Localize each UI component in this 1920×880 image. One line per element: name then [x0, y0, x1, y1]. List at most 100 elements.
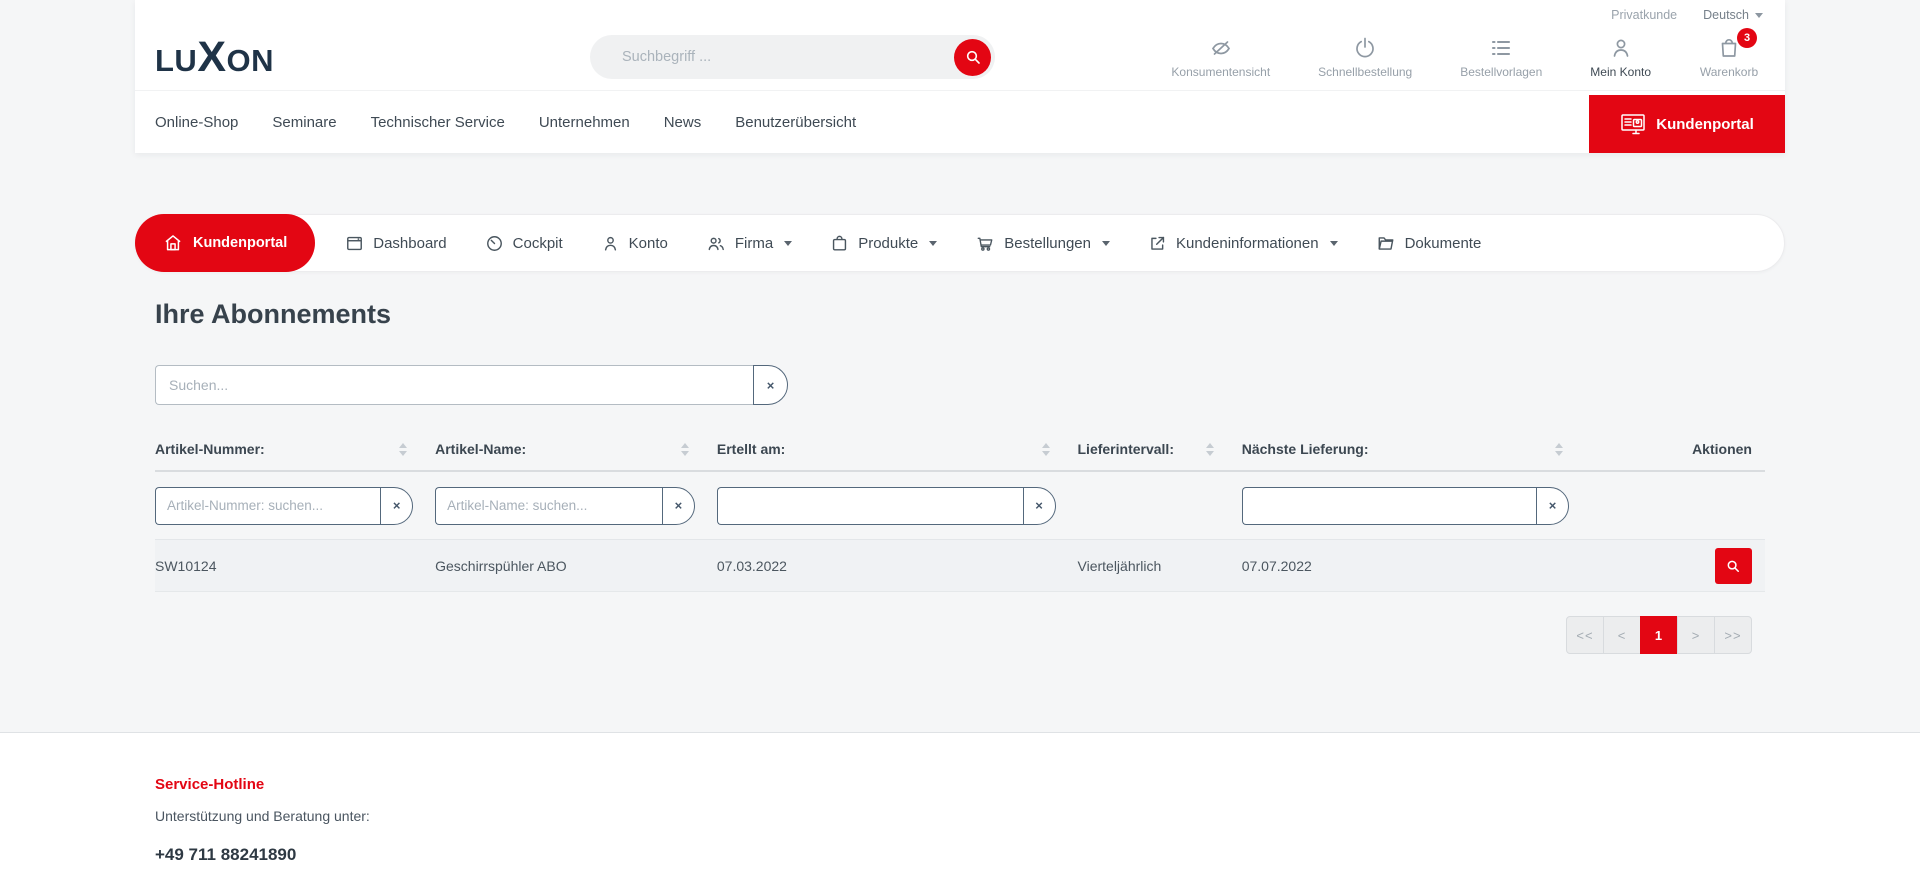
chevron-down-icon: [1102, 241, 1110, 246]
search-button[interactable]: [954, 39, 991, 76]
folder-icon: [1376, 234, 1396, 253]
subscriptions-table: Artikel-Nummer: Artikel-Name: Ertellt am…: [155, 428, 1765, 592]
magnifier-icon: [1726, 559, 1740, 573]
portal-tab-label: Firma: [735, 235, 773, 252]
filter-artikel-name: ×: [435, 487, 695, 525]
sort-icon: [1042, 443, 1050, 456]
nav-seminare[interactable]: Seminare: [272, 114, 336, 131]
logo[interactable]: LUXON: [155, 36, 435, 79]
chevron-down-icon: [1755, 13, 1763, 18]
filter-naechste-lieferung-input[interactable]: [1242, 487, 1536, 525]
search-input[interactable]: [590, 35, 995, 79]
pagination-first-button[interactable]: <<: [1566, 616, 1604, 654]
nav-news[interactable]: News: [664, 114, 702, 131]
pagination: << < 1 > >>: [155, 616, 1765, 654]
row-detail-button[interactable]: [1715, 548, 1752, 584]
portal-tab-cockpit[interactable]: Cockpit: [485, 234, 563, 253]
header-search: [590, 35, 995, 79]
filter-artikel-nummer-input[interactable]: [155, 487, 380, 525]
table-row: SW10124 Geschirrspühler ABO 07.03.2022 V…: [155, 540, 1765, 592]
portal-tab-kundeninformationen[interactable]: Kundeninformationen: [1148, 234, 1338, 253]
column-header-lieferintervall[interactable]: Lieferintervall:: [1078, 441, 1242, 457]
portal-tab-kundenportal[interactable]: Kundenportal: [135, 214, 315, 272]
action-warenkorb[interactable]: 3 Warenkorb: [1699, 36, 1759, 79]
portal-tab-dashboard[interactable]: Dashboard: [345, 234, 446, 253]
pagination-page-1-button[interactable]: 1: [1640, 616, 1678, 654]
customer-type-link[interactable]: Privatkunde: [1611, 8, 1677, 22]
action-label: Konsumentensicht: [1171, 65, 1270, 79]
header: Privatkunde Deutsch LUXON: [135, 0, 1785, 153]
portal-tab-produkte[interactable]: Produkte: [830, 234, 937, 253]
portal-tab-bestellungen[interactable]: Bestellungen: [975, 234, 1110, 253]
pagination-last-button[interactable]: >>: [1714, 616, 1752, 654]
filter-ertellt-am: ×: [717, 487, 1056, 525]
action-bestellvorlagen[interactable]: Bestellvorlagen: [1460, 36, 1542, 79]
portal-tab-label: Kundeninformationen: [1176, 235, 1319, 252]
cart-badge: 3: [1737, 28, 1757, 48]
nav-benutzeruebersicht[interactable]: Benutzerübersicht: [735, 114, 856, 131]
filter-clear-button[interactable]: ×: [662, 487, 695, 525]
nav-technischer-service[interactable]: Technischer Service: [371, 114, 505, 131]
column-label: Lieferintervall:: [1078, 441, 1174, 457]
portal-screen-icon: [1620, 113, 1646, 135]
filter-clear-button[interactable]: ×: [1536, 487, 1569, 525]
gauge-icon: [485, 234, 504, 253]
nav-online-shop[interactable]: Online-Shop: [155, 114, 238, 131]
cell-artikel-nummer: SW10124: [155, 558, 435, 574]
cell-ertellt-am: 07.03.2022: [717, 558, 1078, 574]
action-schnellbestellung[interactable]: Schnellbestellung: [1318, 36, 1412, 79]
column-label: Ertellt am:: [717, 441, 785, 457]
magnifier-icon: [965, 49, 981, 65]
cell-lieferintervall: Vierteljährlich: [1078, 558, 1242, 574]
portal-tab-konto[interactable]: Konto: [601, 234, 668, 253]
portal-tab-label: Dashboard: [373, 235, 446, 252]
column-label: Artikel-Name:: [435, 441, 526, 457]
table-search-input[interactable]: [155, 365, 753, 405]
footer: Service-Hotline Unterstützung und Beratu…: [0, 732, 1920, 880]
topbar: Privatkunde Deutsch: [135, 0, 1785, 24]
cell-artikel-name: Geschirrspühler ABO: [435, 558, 717, 574]
portal-cta-label: Kundenportal: [1656, 116, 1754, 133]
power-icon: [1353, 36, 1377, 60]
filter-clear-button[interactable]: ×: [380, 487, 413, 525]
action-label: Mein Konto: [1590, 65, 1651, 79]
column-header-artikel-nummer[interactable]: Artikel-Nummer:: [155, 441, 435, 457]
filter-artikel-name-input[interactable]: [435, 487, 662, 525]
browser-icon: [345, 234, 364, 253]
cell-naechste-lieferung: 07.07.2022: [1242, 558, 1591, 574]
table-search-clear-button[interactable]: ×: [753, 365, 788, 405]
portal-tab-label: Kundenportal: [193, 235, 287, 251]
column-label: Aktionen: [1692, 441, 1752, 457]
nav-unternehmen[interactable]: Unternehmen: [539, 114, 630, 131]
main-nav: Online-Shop Seminare Technischer Service…: [135, 90, 1785, 153]
logo-x: X: [197, 36, 226, 79]
action-label: Schnellbestellung: [1318, 65, 1412, 79]
action-mein-konto[interactable]: Mein Konto: [1590, 36, 1651, 79]
language-select[interactable]: Deutsch: [1703, 8, 1763, 22]
cart-icon: [975, 234, 995, 253]
column-label: Nächste Lieferung:: [1242, 441, 1369, 457]
portal-tab-dokumente[interactable]: Dokumente: [1376, 234, 1482, 253]
header-main: LUXON Konsumentensicht: [135, 24, 1785, 90]
kundenportal-button[interactable]: Kundenportal: [1589, 95, 1785, 153]
home-icon: [163, 233, 183, 253]
filter-clear-button[interactable]: ×: [1023, 487, 1056, 525]
service-hotline-text: Unterstützung und Beratung unter:: [155, 808, 1765, 824]
action-konsumentensicht[interactable]: Konsumentensicht: [1171, 36, 1270, 79]
column-header-naechste-lieferung[interactable]: Nächste Lieferung:: [1242, 441, 1591, 457]
filter-naechste-lieferung: ×: [1242, 487, 1569, 525]
filter-ertellt-am-input[interactable]: [717, 487, 1023, 525]
header-actions: Konsumentensicht Schnellbestellung: [1171, 36, 1769, 79]
portal-tab-firma[interactable]: Firma: [706, 234, 792, 253]
pagination-prev-button[interactable]: <: [1603, 616, 1641, 654]
chevron-down-icon: [784, 241, 792, 246]
column-header-ertellt-am[interactable]: Ertellt am:: [717, 441, 1078, 457]
list-icon: [1489, 36, 1513, 60]
table-search: ×: [155, 365, 788, 405]
column-header-artikel-name[interactable]: Artikel-Name:: [435, 441, 717, 457]
logo-text-2: ON: [227, 43, 275, 79]
portal-nav: Kundenportal Dashboard Cockpit: [135, 214, 1785, 272]
external-link-icon: [1148, 234, 1167, 253]
pagination-next-button[interactable]: >: [1677, 616, 1715, 654]
eye-off-icon: [1209, 36, 1233, 60]
